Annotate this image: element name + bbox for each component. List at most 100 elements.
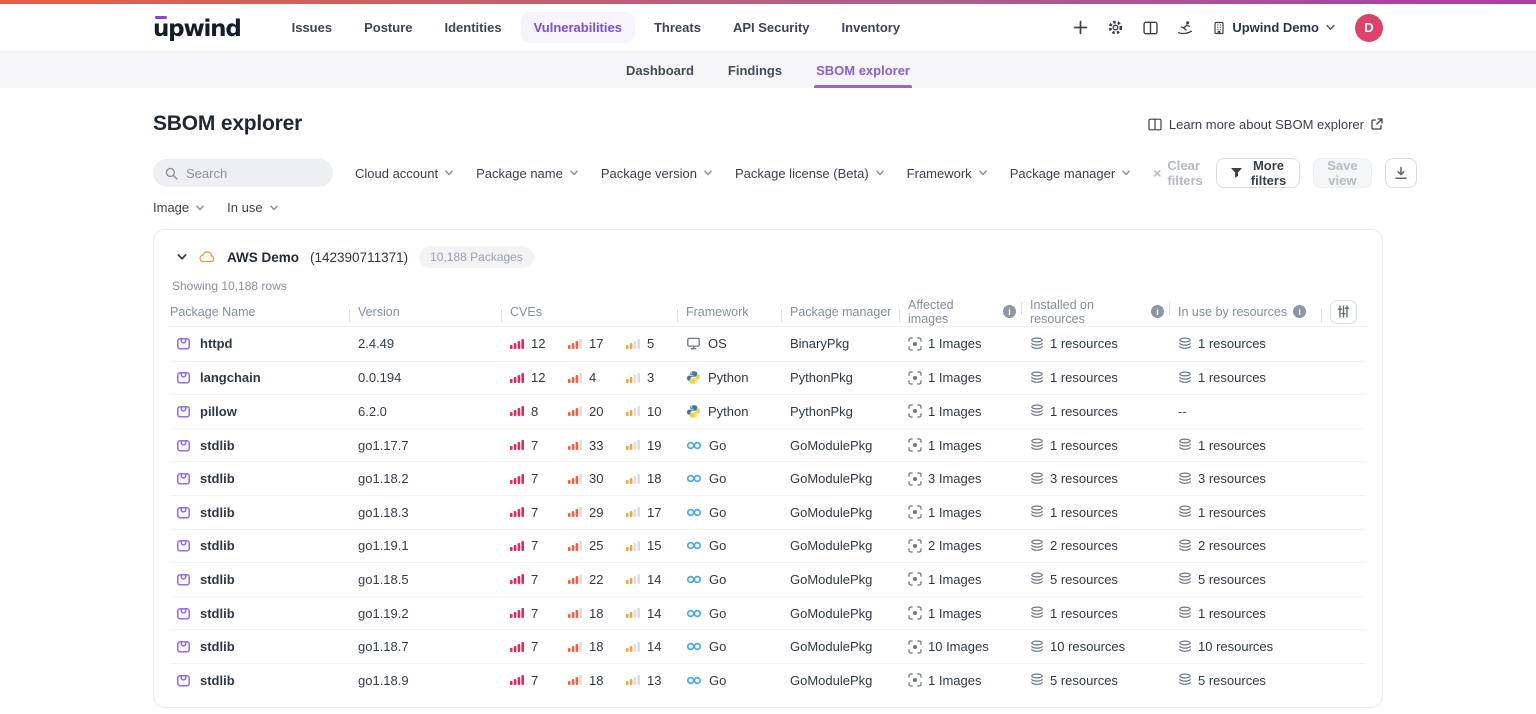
table-row[interactable]: pillow6.2.082010PythonPythonPkg1 Images1…	[170, 394, 1366, 428]
cves-cell: 73018	[510, 471, 686, 486]
image-scan-icon	[908, 438, 922, 452]
table-row[interactable]: stdlibgo1.17.773319GoGoModulePkg1 Images…	[170, 428, 1366, 462]
account-group-header[interactable]: AWS Demo (142390711371) 10,188 Packages	[170, 242, 1366, 270]
building-icon	[1212, 21, 1226, 35]
package-manager-cell: PythonPkg	[790, 370, 908, 385]
critical-cves-bars-icon	[510, 507, 525, 517]
nav-item-vulnerabilities[interactable]: Vulnerabilities	[521, 12, 635, 43]
table-row[interactable]: stdlibgo1.18.771814GoGoModulePkg10 Image…	[170, 629, 1366, 663]
image-scan-icon	[908, 371, 922, 385]
nav-item-inventory[interactable]: Inventory	[829, 12, 914, 43]
add-icon[interactable]	[1073, 20, 1088, 35]
learn-more-link[interactable]: Learn more about SBOM explorer	[1148, 117, 1383, 132]
tab-sbom-explorer[interactable]: SBOM explorer	[802, 52, 924, 88]
table-row[interactable]: stdlibgo1.18.372917GoGoModulePkg1 Images…	[170, 495, 1366, 529]
table-row[interactable]: stdlibgo1.18.273018GoGoModulePkg3 Images…	[170, 461, 1366, 495]
version-cell: go1.18.2	[358, 471, 510, 486]
high-cves: 33	[568, 438, 626, 453]
column-settings-icon[interactable]	[1330, 300, 1357, 324]
in-use-resources-cell: 3 resources	[1178, 471, 1330, 486]
critical-cves: 8	[510, 404, 568, 419]
table-row[interactable]: stdlibgo1.18.971813GoGoModulePkg1 Images…	[170, 663, 1366, 697]
nav-item-identities[interactable]: Identities	[432, 12, 515, 43]
medium-cves: 10	[626, 404, 684, 419]
image-scan-icon	[908, 673, 922, 687]
cves-cell: 72214	[510, 572, 686, 587]
filter-framework[interactable]: Framework	[907, 166, 988, 181]
layers-icon	[1030, 572, 1044, 586]
high-cves-bars-icon	[568, 574, 583, 584]
filter-image[interactable]: Image	[153, 200, 205, 215]
package-name-cell: stdlib	[170, 606, 358, 621]
layers-icon	[1178, 539, 1192, 553]
clear-filters-button[interactable]: × Clear filters	[1153, 158, 1203, 188]
in-use-resources-cell: 2 resources	[1178, 538, 1330, 553]
side-panel-icon[interactable]	[1143, 21, 1158, 35]
download-button[interactable]	[1385, 158, 1417, 188]
getting-started-surfer-icon[interactable]	[1177, 20, 1193, 36]
version-cell: 2.4.49	[358, 336, 510, 351]
package-icon	[176, 336, 191, 351]
chevron-down-icon	[569, 168, 579, 178]
framework-cell: OS	[686, 336, 790, 351]
critical-cves: 7	[510, 606, 568, 621]
layers-icon	[1178, 606, 1192, 620]
nav-item-issues[interactable]: Issues	[279, 12, 345, 43]
upwind-logo[interactable]: upwind	[153, 13, 241, 42]
table-row[interactable]: langchain0.0.1941243PythonPythonPkg1 Ima…	[170, 361, 1366, 395]
close-icon: ×	[1153, 166, 1161, 180]
critical-cves-bars-icon	[510, 541, 525, 551]
package-name-cell: stdlib	[170, 639, 358, 654]
filter-package-version[interactable]: Package version	[601, 166, 713, 181]
more-filters-button[interactable]: More filters	[1216, 158, 1300, 188]
affected-images-cell: 3 Images	[908, 471, 1030, 486]
nav-item-posture[interactable]: Posture	[351, 12, 425, 43]
medium-cves-bars-icon	[626, 507, 641, 517]
table-row[interactable]: stdlibgo1.18.572214GoGoModulePkg1 Images…	[170, 562, 1366, 596]
table-row[interactable]: httpd2.4.4912175OSBinaryPkg1 Images1 res…	[170, 327, 1366, 361]
package-manager-cell: GoModulePkg	[790, 572, 908, 587]
filter-package-manager[interactable]: Package manager	[1010, 166, 1132, 181]
framework-cell: Go	[686, 606, 790, 621]
info-icon[interactable]: i	[1151, 305, 1164, 318]
cves-cell: 72917	[510, 505, 686, 520]
account-name: AWS Demo	[227, 250, 299, 265]
chevron-down-icon	[444, 168, 454, 178]
user-avatar[interactable]: D	[1355, 14, 1383, 42]
info-icon[interactable]: i	[1003, 305, 1016, 318]
chevron-down-icon	[1121, 168, 1131, 178]
filter-in-use[interactable]: In use	[227, 200, 278, 215]
tab-dashboard[interactable]: Dashboard	[612, 52, 708, 88]
package-icon	[176, 505, 191, 520]
python-icon	[686, 404, 701, 419]
package-manager-cell: GoModulePkg	[790, 538, 908, 553]
framework-cell: Go	[686, 471, 790, 486]
filter-cloud-account[interactable]: Cloud account	[355, 166, 454, 181]
high-cves: 18	[568, 673, 626, 688]
nav-item-threats[interactable]: Threats	[641, 12, 714, 43]
settings-gear-icon[interactable]	[1107, 19, 1124, 36]
table-row[interactable]: stdlibgo1.19.271814GoGoModulePkg1 Images…	[170, 596, 1366, 630]
chevron-down-icon[interactable]	[176, 251, 188, 263]
package-icon	[176, 606, 191, 621]
filter-package-name[interactable]: Package name	[476, 166, 579, 181]
version-cell: 0.0.194	[358, 370, 510, 385]
org-switcher[interactable]: Upwind Demo	[1212, 20, 1336, 35]
search-input[interactable]	[153, 159, 333, 187]
search-field[interactable]	[186, 166, 316, 181]
filter-package-license-beta[interactable]: Package license (Beta)	[735, 166, 885, 181]
layers-icon	[1030, 472, 1044, 486]
image-scan-icon	[908, 505, 922, 519]
high-cves-bars-icon	[568, 474, 583, 484]
package-icon	[176, 471, 191, 486]
high-cves-bars-icon	[568, 339, 583, 349]
table-row[interactable]: stdlibgo1.19.172515GoGoModulePkg2 Images…	[170, 529, 1366, 563]
nav-item-api-security[interactable]: API Security	[720, 12, 823, 43]
info-icon[interactable]: i	[1293, 305, 1306, 318]
org-label: Upwind Demo	[1232, 20, 1319, 35]
tab-findings[interactable]: Findings	[714, 52, 796, 88]
search-icon	[165, 167, 178, 180]
installed-resources-cell: 1 resources	[1030, 606, 1178, 621]
package-name-cell: langchain	[170, 370, 358, 385]
save-view-button[interactable]: Save view	[1313, 158, 1371, 188]
